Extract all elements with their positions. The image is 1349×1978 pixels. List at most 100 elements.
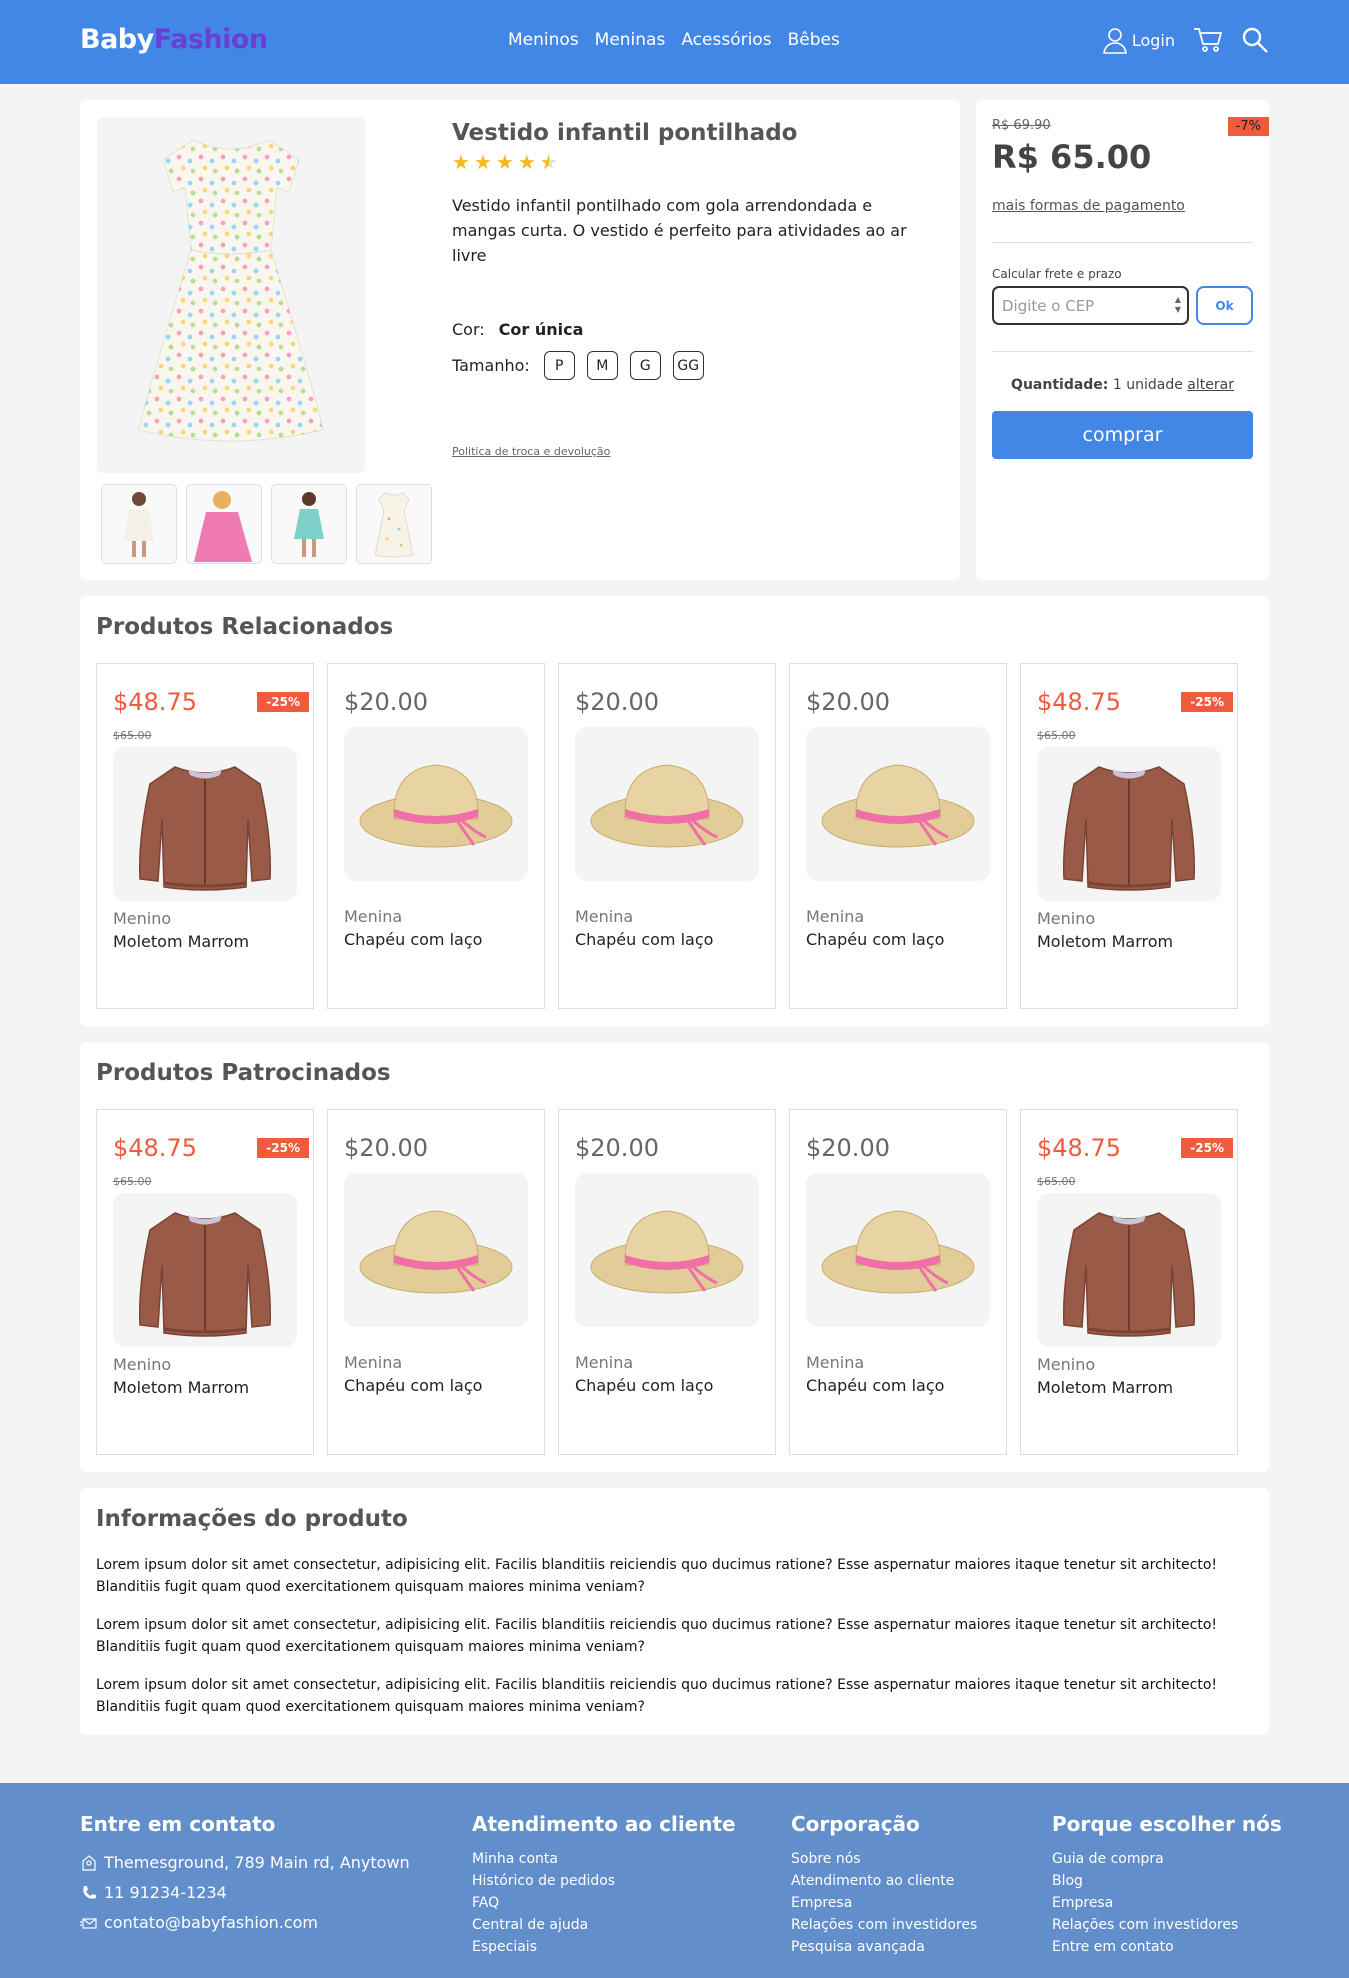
nav-item-bebes[interactable]: Bêbes: [788, 30, 840, 50]
info-paragraph: Lorem ipsum dolor sit amet consectetur, …: [96, 1677, 1217, 1715]
footer-link[interactable]: Relações com investidores: [1052, 1914, 1282, 1936]
card-discount-badge: -25%: [257, 692, 309, 712]
card-name: Chapéu com laço: [806, 1376, 945, 1395]
sponsored-products-section: Produtos Patrocinados $48.75 -25% $65.00 Me…: [80, 1042, 1269, 1472]
card-price: $20.00: [806, 688, 890, 716]
buy-panel: R$ 69.90 -7% R$ 65.00 mais formas de pag…: [976, 100, 1269, 580]
card-category: Menino: [1037, 1355, 1096, 1374]
footer-link[interactable]: Empresa: [791, 1892, 977, 1914]
product-title: Vestido infantil pontilhado: [452, 120, 798, 146]
footer-link[interactable]: Guia de compra: [1052, 1848, 1282, 1870]
thumbnail-2[interactable]: [186, 484, 262, 564]
product-card[interactable]: $20.00 Menina Chapéu com laço: [789, 1109, 1007, 1455]
divider: [992, 242, 1253, 243]
footer-phone[interactable]: 11 91234-1234: [80, 1878, 410, 1908]
nav-item-meninos[interactable]: Meninos: [508, 30, 579, 50]
quantity-value: 1 unidade: [1112, 377, 1183, 393]
card-category: Menina: [344, 907, 403, 926]
footer-title: Porque escolher nós: [1052, 1812, 1282, 1836]
star-icon: ★: [452, 150, 470, 174]
product-card-list: $48.75 -25% $65.00 Menino Moletom Marrom $20.…: [96, 663, 1238, 1009]
related-products-section: Produtos Relacionados $48.75 -25% $65.00 Me…: [80, 596, 1269, 1026]
payment-options-link[interactable]: mais formas de pagamento: [992, 198, 1185, 214]
footer-email[interactable]: contato@babyfashion.com: [80, 1908, 410, 1938]
product-card[interactable]: $48.75 -25% $65.00 Menino Moletom Marrom: [1020, 663, 1238, 1009]
footer-link[interactable]: Especiais: [472, 1936, 736, 1958]
quantity-row: Quantidade: 1 unidade alterar: [976, 377, 1269, 393]
footer-link[interactable]: Entre em contato: [1052, 1936, 1282, 1958]
site-header: BabyFashion Meninos Meninas Acessórios B…: [0, 0, 1349, 84]
footer-link[interactable]: Central de ajuda: [472, 1914, 736, 1936]
product-card[interactable]: $48.75 -25% $65.00 Menino Moletom Marrom: [96, 663, 314, 1009]
card-price: $20.00: [575, 1134, 659, 1162]
thumbnail-1[interactable]: [101, 484, 177, 564]
card-image: [344, 727, 528, 881]
nav-item-meninas[interactable]: Meninas: [595, 30, 666, 50]
product-card[interactable]: $48.75 -25% $65.00 Menino Moletom Marrom: [96, 1109, 314, 1455]
footer-link[interactable]: Relações com investidores: [791, 1914, 977, 1936]
section-title: Produtos Patrocinados: [96, 1060, 391, 1086]
half-star-icon: ★: [539, 150, 558, 174]
size-g-button[interactable]: G: [629, 351, 661, 380]
product-card[interactable]: $20.00 Menina Chapéu com laço: [327, 1109, 545, 1455]
product-card[interactable]: $20.00 Menina Chapéu com laço: [558, 663, 776, 1009]
footer-title: Atendimento ao cliente: [472, 1812, 736, 1836]
card-category: Menina: [575, 907, 634, 926]
footer-link[interactable]: Atendimento ao cliente: [791, 1870, 977, 1892]
star-icon: ★: [473, 150, 492, 174]
change-quantity-link[interactable]: alterar: [1187, 377, 1234, 393]
card-price: $48.75: [113, 688, 197, 716]
footer-link[interactable]: Minha conta: [472, 1848, 736, 1870]
logo[interactable]: BabyFashion: [80, 24, 268, 55]
search-icon[interactable]: [1241, 26, 1269, 54]
size-m-button[interactable]: M: [586, 351, 618, 380]
footer-link[interactable]: Empresa: [1052, 1892, 1282, 1914]
cep-ok-button[interactable]: Ok: [1196, 286, 1253, 325]
product-card[interactable]: $20.00 Menina Chapéu com laço: [558, 1109, 776, 1455]
product-card[interactable]: $20.00 Menina Chapéu com laço: [327, 663, 545, 1009]
footer-link[interactable]: Histórico de pedidos: [472, 1870, 736, 1892]
buy-button[interactable]: comprar: [992, 411, 1253, 459]
card-image: [344, 1173, 528, 1327]
cart-icon[interactable]: [1193, 27, 1223, 53]
star-icon: ★: [517, 150, 536, 174]
thumbnail-3[interactable]: [271, 484, 347, 564]
login-button[interactable]: Login: [1102, 26, 1175, 54]
location-icon: [82, 1855, 96, 1871]
size-p-button[interactable]: P: [543, 351, 575, 380]
section-title: Informações do produto: [96, 1506, 408, 1532]
footer-link[interactable]: Blog: [1052, 1870, 1282, 1892]
footer-why-us: Porque escolher nós Guia de compra Blog …: [1052, 1812, 1282, 1958]
card-name: Chapéu com laço: [344, 930, 483, 949]
thumbnail-4[interactable]: [356, 484, 432, 564]
size-row: Tamanho: P M G GG: [452, 351, 704, 380]
discount-badge: -7%: [1227, 117, 1269, 136]
card-category: Menina: [575, 1353, 634, 1372]
product-card[interactable]: $20.00 Menina Chapéu com laço: [789, 663, 1007, 1009]
product-card[interactable]: $48.75 -25% $65.00 Menino Moletom Marrom: [1020, 1109, 1238, 1455]
cep-input[interactable]: [992, 286, 1189, 325]
section-title: Produtos Relacionados: [96, 614, 394, 640]
nav-item-acessorios[interactable]: Acessórios: [681, 30, 771, 50]
return-policy-link[interactable]: Politica de troca e devolução: [452, 445, 610, 458]
footer-link[interactable]: Sobre nós: [791, 1848, 977, 1870]
card-name: Moletom Marrom: [1037, 1378, 1174, 1397]
card-name: Moletom Marrom: [1037, 932, 1174, 951]
card-price: $20.00: [344, 688, 428, 716]
footer-link[interactable]: FAQ: [472, 1892, 736, 1914]
card-old-price: $65.00: [113, 729, 152, 742]
footer-title: Corporação: [791, 1812, 920, 1836]
card-price: $20.00: [806, 1134, 890, 1162]
product-panel: Vestido infantil pontilhado ★ ★ ★ ★ ★ Ve…: [80, 100, 960, 580]
card-image: [1037, 1193, 1221, 1347]
size-gg-button[interactable]: GG: [672, 351, 704, 380]
footer-link[interactable]: Pesquisa avançada: [791, 1936, 977, 1958]
card-discount-badge: -25%: [1181, 692, 1233, 712]
current-price: R$ 65.00: [992, 138, 1152, 176]
card-name: Moletom Marrom: [113, 1378, 250, 1397]
card-category: Menino: [113, 909, 172, 928]
card-discount-badge: -25%: [257, 1138, 309, 1158]
card-image: [113, 747, 297, 901]
cep-stepper[interactable]: ▲ ▼: [1172, 295, 1184, 317]
card-image: [806, 727, 990, 881]
